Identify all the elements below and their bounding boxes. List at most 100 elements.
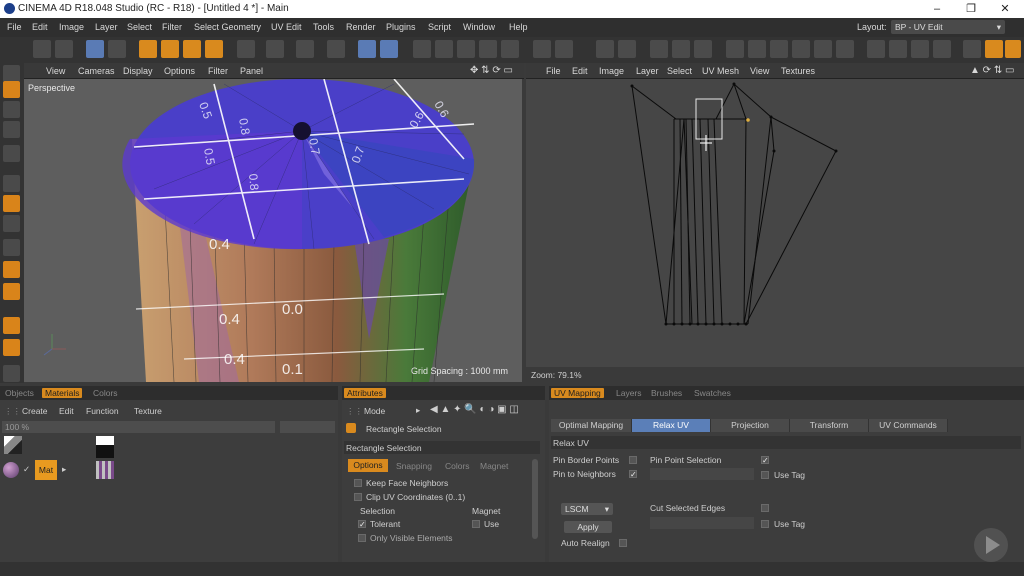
use-tag-2-checkbox[interactable] [761,520,769,528]
uv-menu-edit[interactable]: Edit [572,66,588,76]
clip-uv-checkbox[interactable] [354,493,362,501]
subtab-uv-commands[interactable]: UV Commands [869,419,948,432]
menu-file[interactable]: File [7,22,22,32]
table-icon[interactable] [694,40,712,58]
uv-editor-view[interactable] [526,79,1024,367]
fill-icon[interactable] [3,239,20,256]
rectangle-selection-icon[interactable] [108,40,126,58]
menu-render[interactable]: Render [346,22,376,32]
menu-script[interactable]: Script [428,22,451,32]
mode-menu[interactable]: Mode [364,406,385,416]
tab-attributes[interactable]: Attributes [344,388,386,398]
model-mode-icon[interactable] [3,65,20,82]
stamp-icon[interactable] [3,195,20,212]
layout-3-icon[interactable] [911,40,929,58]
zoom-slider[interactable]: 100 % [2,421,275,433]
subtab-transform[interactable]: Transform [790,419,869,432]
align-2-icon[interactable] [748,40,766,58]
object-cube-icon[interactable] [501,40,519,58]
uv-points-icon[interactable] [358,40,376,58]
vp-menu-cameras[interactable]: Cameras [78,66,115,76]
tab-layers[interactable]: Layers [613,388,645,398]
subtab-relax-uv[interactable]: Relax UV [632,419,711,432]
align-5-icon[interactable] [814,40,832,58]
checker-icon[interactable] [533,40,551,58]
pin-point-selection-checkbox[interactable]: ✓ [761,456,769,465]
render-region-icon[interactable] [435,40,453,58]
tab-colors[interactable]: Colors [90,388,121,398]
magnet-use-checkbox[interactable] [472,520,480,528]
layout-4-icon[interactable] [933,40,951,58]
vp-menu-view[interactable]: View [46,66,65,76]
align-3-icon[interactable] [770,40,788,58]
only-visible-checkbox[interactable] [358,534,366,542]
cut-selected-edges-checkbox[interactable] [761,504,769,512]
checker-2-icon[interactable] [596,40,614,58]
menu-select-geometry[interactable]: Select Geometry [194,22,261,32]
axis-x-icon[interactable] [237,40,255,58]
pin-point-tag-field[interactable] [650,468,754,480]
uv-menu-view[interactable]: View [750,66,769,76]
tab-uv-mapping[interactable]: UV Mapping [551,388,604,398]
menu-layer[interactable]: Layer [95,22,118,32]
paint-3d-icon[interactable] [266,40,284,58]
grid-icon[interactable] [650,40,668,58]
layout-1-icon[interactable] [867,40,885,58]
move-tool-icon[interactable] [139,40,157,58]
coordinate-system-icon[interactable] [327,40,345,58]
last-tool-icon[interactable] [205,40,223,58]
redo-icon[interactable] [55,40,73,58]
render-settings-icon[interactable] [479,40,497,58]
menu-plugins[interactable]: Plugins [386,22,416,32]
uv-polygons-icon[interactable] [380,40,398,58]
pin-neighbors-checkbox[interactable]: ✓ [629,470,637,479]
layers-icon[interactable] [672,40,690,58]
vp-menu-filter[interactable]: Filter [208,66,228,76]
vp-menu-panel[interactable]: Panel [240,66,263,76]
smudge-icon[interactable] [3,283,20,300]
scale-tool-icon[interactable] [161,40,179,58]
materials-menu-icon[interactable]: ⋮⋮ [4,406,21,417]
apply-button[interactable]: Apply [564,521,612,533]
attr-nav-icons[interactable]: ◀ ▲ ✦ 🔍 ◐ ◑ ▣ ◫ [430,404,519,415]
cross-icon[interactable] [836,40,854,58]
play-overlay-button[interactable] [974,528,1008,562]
mat-menu-texture[interactable]: Texture [134,406,162,416]
subtab-snapping[interactable]: Snapping [396,461,432,471]
menu-help[interactable]: Help [509,22,528,32]
attributes-scrollbar[interactable] [532,459,538,539]
drop-icon[interactable] [3,261,20,278]
move-axis-icon[interactable] [3,81,20,98]
uv-menu-image[interactable]: Image [599,66,624,76]
material-ball-icon[interactable] [3,462,19,478]
menu-uv-edit[interactable]: UV Edit [271,22,302,32]
perspective-viewport[interactable]: 0.5 0.6 0.8 0.5 0.7 0.8 0.6 0.7 0.4 0.4 … [24,79,522,382]
eraser-icon[interactable] [3,215,20,232]
method-dropdown[interactable]: LSCM ▾ [561,503,613,515]
keep-face-neighbors-checkbox[interactable] [354,479,362,487]
uv-tool-icon[interactable] [555,40,573,58]
align-1-icon[interactable] [726,40,744,58]
mat-menu-function[interactable]: Function [86,406,119,416]
mat-menu-create[interactable]: Create [22,406,48,416]
render-view-icon[interactable] [413,40,431,58]
tab-swatches[interactable]: Swatches [691,388,734,398]
uv-menu-file[interactable]: File [546,66,561,76]
cut-edges-tag-field[interactable] [650,517,754,529]
menu-filter[interactable]: Filter [162,22,182,32]
star-icon[interactable] [3,339,20,356]
menu-select[interactable]: Select [127,22,152,32]
points-mode-icon[interactable] [3,121,20,138]
texture-icon[interactable] [618,40,636,58]
viewport-nav-icons[interactable]: ✥ ⇅ ⟳ ▭ [470,65,513,76]
tab-materials[interactable]: Materials [42,388,83,398]
rotate-tool-icon[interactable] [183,40,201,58]
auto-realign-checkbox[interactable] [619,539,627,547]
filter-dropdown[interactable] [280,421,335,433]
uv-menu-textures[interactable]: Textures [781,66,815,76]
material-name[interactable]: Mat [35,460,57,480]
menu-image[interactable]: Image [59,22,84,32]
tab-objects[interactable]: Objects [2,388,37,398]
subtab-optimal-mapping[interactable]: Optimal Mapping [551,419,632,432]
cube-icon[interactable] [457,40,475,58]
